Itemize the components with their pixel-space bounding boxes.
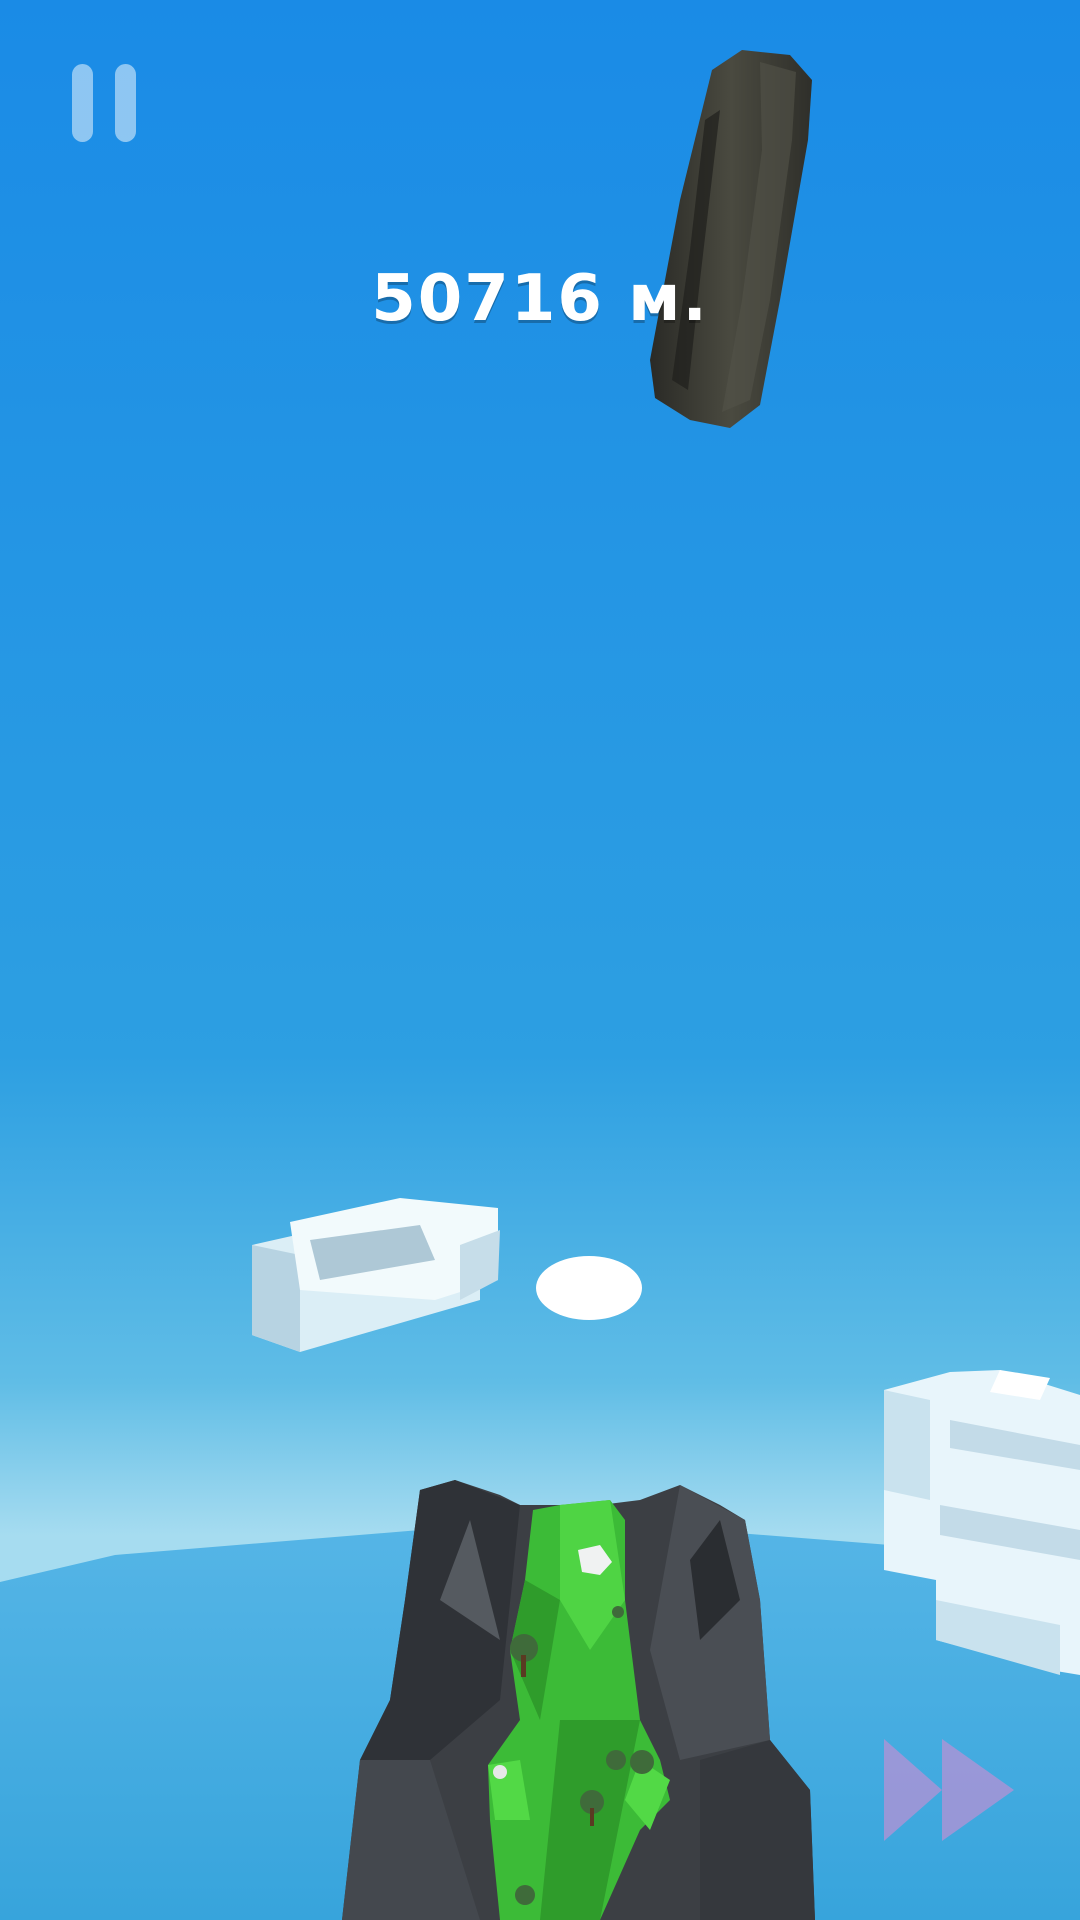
distance-counter: 50716 м. (371, 262, 709, 336)
mountain-terrain (342, 1480, 815, 1920)
pause-icon-bar (115, 64, 136, 142)
pause-button[interactable] (64, 58, 144, 148)
white-disc (536, 1256, 642, 1320)
fast-forward-button[interactable] (880, 1735, 1020, 1845)
pause-icon (72, 64, 93, 142)
fast-forward-icon (884, 1739, 1014, 1841)
